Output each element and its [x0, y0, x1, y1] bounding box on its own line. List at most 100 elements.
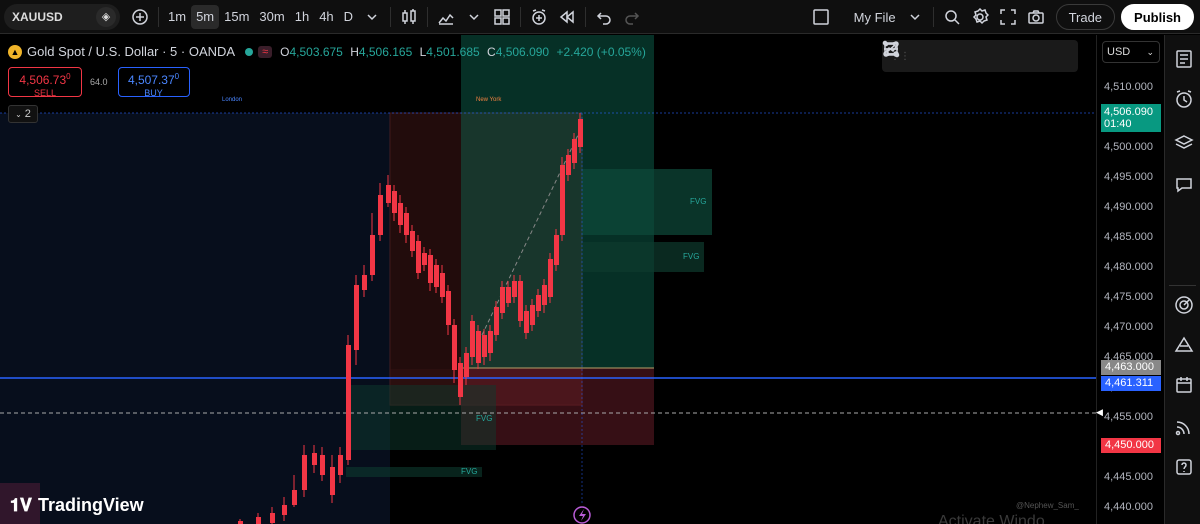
candle-body — [500, 287, 505, 313]
fvg-label-3: FVG — [476, 414, 493, 423]
candle-body — [494, 307, 499, 335]
candle-body — [488, 331, 493, 353]
timeframe-5m[interactable]: 5m — [191, 4, 220, 29]
top-toolbar: XAUUSD ◈ 1m 5m 15m 30m 1h 4h D My File T… — [0, 0, 1200, 34]
axis-tick: 4,445.000 — [1104, 471, 1153, 483]
rewind-icon — [559, 9, 574, 24]
indicators-toggle[interactable]: ⌄ 2 — [8, 105, 38, 123]
watchlist-icon[interactable] — [1174, 49, 1194, 69]
divider — [427, 6, 429, 27]
symbol-search[interactable]: XAUUSD ◈ — [4, 3, 120, 30]
fvg-label-4: FVG — [461, 467, 478, 476]
sell-button[interactable]: 4,506.730 SELL — [8, 67, 82, 98]
sidebar-divider — [1169, 285, 1196, 286]
axis-tick: 4,485.000 — [1104, 231, 1153, 243]
indicator-count: 2 — [24, 108, 31, 120]
candle-body — [428, 255, 433, 283]
snapshot-button[interactable] — [1022, 5, 1050, 29]
indicators-dropdown[interactable] — [460, 5, 488, 29]
candle-body — [404, 213, 409, 235]
author-watermark: @Nephew_Sam_ — [1016, 501, 1079, 510]
layout-select-button[interactable] — [807, 5, 835, 29]
timeframe-dropdown[interactable] — [358, 5, 386, 29]
candle-body — [530, 305, 535, 325]
divider — [932, 7, 934, 27]
axis-tick: 4,490.000 — [1104, 201, 1153, 213]
timeframe-4h[interactable]: 4h — [314, 5, 338, 29]
market-open-dot — [245, 47, 254, 56]
file-dropdown[interactable] — [901, 5, 929, 29]
settings-button[interactable] — [966, 5, 994, 29]
sell-price: 4,506.730 — [19, 72, 71, 87]
ohlc-values: O4,503.675 H4,506.165 L4,501.685 C4,506.… — [280, 44, 646, 59]
fullscreen-icon — [999, 9, 1016, 25]
search-icon — [944, 10, 960, 25]
candle-body — [292, 490, 297, 505]
compare-symbol-button[interactable] — [126, 5, 154, 29]
spread-value: 64.0 — [90, 77, 108, 87]
chevron-down-icon — [469, 13, 479, 20]
position-icon — [884, 42, 898, 56]
candle-body — [512, 281, 517, 297]
chart-type-button[interactable] — [395, 5, 423, 29]
bar-countdown: 01:40 — [1104, 118, 1132, 130]
wave-icon[interactable]: ≈ — [258, 45, 273, 58]
buy-label: BUY — [144, 88, 163, 98]
candle-body — [578, 119, 583, 147]
calendar-icon[interactable] — [1174, 375, 1194, 395]
chart-legend: ▲ Gold Spot / U.S. Dollar · 5 · OANDA ≈ … — [8, 44, 650, 59]
tradingview-logo[interactable]: 𝟏𝐕 TradingView — [10, 495, 144, 516]
axis-tick: 4,480.000 — [1104, 261, 1153, 273]
timeframe-15m[interactable]: 15m — [219, 5, 254, 29]
gold-coin-icon: ▲ — [8, 44, 22, 59]
indicators-button[interactable] — [432, 5, 460, 29]
candle-body — [440, 273, 445, 297]
candle-body — [422, 253, 427, 265]
candle-body — [518, 281, 523, 321]
timeframe-1m[interactable]: 1m — [163, 5, 191, 29]
candle-body — [554, 235, 559, 265]
candle-body — [270, 513, 275, 523]
alert-button[interactable] — [525, 5, 553, 29]
my-file-button[interactable]: My File — [849, 5, 901, 29]
chevron-down-icon: ⌄ — [15, 109, 22, 119]
replay-button[interactable] — [553, 5, 581, 29]
currency-select[interactable]: USD ⌄ — [1102, 41, 1160, 63]
price-axis[interactable]: USD ⌄ 4,510.0004,505.0004,500.0004,495.0… — [1096, 35, 1164, 524]
layers-icon[interactable] — [1174, 133, 1194, 153]
undo-button[interactable] — [590, 5, 618, 29]
layouts-button[interactable] — [488, 5, 516, 29]
candle-body — [312, 453, 317, 465]
publish-button[interactable]: Publish — [1121, 4, 1194, 30]
axis-tick: 4,455.000 — [1104, 411, 1153, 423]
redo-button[interactable] — [618, 5, 646, 29]
chat-icon[interactable] — [1174, 175, 1194, 195]
activate-windows-text: Activate Windo — [938, 513, 1045, 524]
alarm-icon[interactable] — [1174, 89, 1194, 109]
candle-body — [346, 345, 351, 460]
trade-button[interactable]: Trade — [1055, 4, 1116, 30]
logo-text: TradingView — [37, 495, 144, 515]
fvg-label-2: FVG — [683, 252, 700, 261]
tv-logo-icon: 𝟏𝐕 — [10, 495, 32, 515]
chart-canvas[interactable]: London New York FVG FVG FVG FVG ▲ Gold S… — [0, 35, 1164, 524]
timeframe-d[interactable]: D — [339, 5, 358, 29]
candle-body — [378, 195, 383, 235]
target-icon[interactable] — [1174, 295, 1194, 315]
divider — [520, 6, 522, 27]
quick-search-button[interactable] — [938, 5, 966, 29]
candle-body — [256, 517, 261, 524]
candle-body — [338, 455, 343, 475]
buy-button[interactable]: 4,507.370 BUY — [117, 67, 190, 98]
timeframe-30m[interactable]: 30m — [254, 5, 289, 29]
fullscreen-button[interactable] — [994, 5, 1022, 29]
flag-icon: ◀ — [1096, 407, 1103, 417]
diamond-icon[interactable]: ◈ — [96, 6, 116, 27]
help-icon[interactable] — [1174, 457, 1194, 477]
pyramid-icon[interactable] — [1174, 335, 1194, 355]
legend-title[interactable]: Gold Spot / U.S. Dollar · 5 · OANDA — [27, 44, 235, 59]
broadcast-icon[interactable] — [1174, 417, 1194, 437]
timeframe-1h[interactable]: 1h — [290, 5, 314, 29]
candle-body — [566, 155, 571, 175]
fvg-zone-3 — [346, 385, 496, 450]
